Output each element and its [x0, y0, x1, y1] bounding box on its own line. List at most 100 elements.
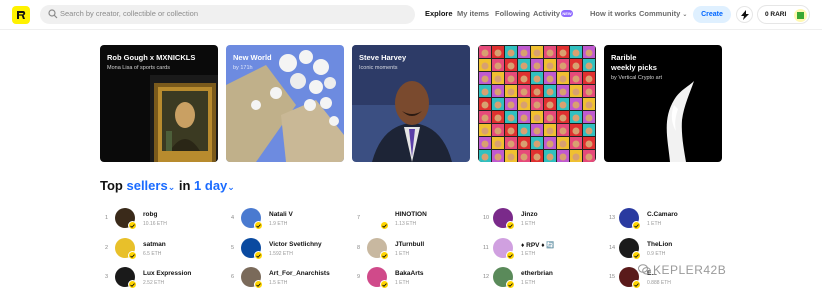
seller-item[interactable]: 7 HINOTION 1.13 ETH: [357, 208, 477, 232]
grid-face: [572, 49, 580, 57]
grid-face: [481, 127, 489, 135]
nav-activity[interactable]: Activity: [533, 9, 560, 18]
bolt-button[interactable]: [736, 6, 753, 23]
heading-prefix: Top: [100, 178, 123, 193]
grid-face: [520, 62, 528, 70]
rarible-logo[interactable]: [12, 6, 30, 24]
create-button[interactable]: Create: [693, 6, 731, 23]
activity-new-badge: NEW: [561, 10, 573, 17]
seller-item[interactable]: 3 Lux Expression 2.52 ETH: [105, 267, 225, 291]
grid-face: [494, 62, 502, 70]
grid-face: [546, 75, 554, 83]
seller-item[interactable]: 13 C.Camaro 1 ETH: [609, 208, 729, 232]
grid-face: [520, 101, 528, 109]
featured-card-new-world[interactable]: New World by 171h: [226, 45, 344, 162]
grid-face: [559, 101, 567, 109]
grid-face: [546, 101, 554, 109]
grid-face: [572, 127, 580, 135]
search-input[interactable]: Search by creator, collectible or collec…: [40, 5, 415, 24]
seller-name: etherbrian: [521, 270, 553, 277]
seller-item[interactable]: 10 Jinzo 1 ETH: [483, 208, 603, 232]
grid-face: [507, 75, 515, 83]
grid-face: [585, 62, 593, 70]
grid-face: [520, 127, 528, 135]
seller-name: BakaArts: [395, 270, 424, 277]
featured-card-avatar-grid[interactable]: [478, 45, 596, 162]
grid-face: [533, 101, 541, 109]
top-navbar: Search by creator, collectible or collec…: [0, 0, 822, 30]
grid-face: [585, 153, 593, 161]
grid-face: [585, 140, 593, 148]
grid-face: [546, 127, 554, 135]
grid-face: [494, 75, 502, 83]
grid-face: [559, 114, 567, 122]
seller-rank: 15: [609, 274, 616, 280]
seller-item[interactable]: 12 etherbrian 1 ETH: [483, 267, 603, 291]
grid-face: [546, 49, 554, 57]
grid-face: [559, 127, 567, 135]
verified-check-icon: [506, 221, 515, 230]
user-avatar: [794, 9, 807, 22]
featured-card-weekly-picks[interactable]: Rarible weekly picks by Vertical Crypto …: [604, 45, 722, 162]
seller-amount: 1 ETH: [521, 221, 536, 227]
grid-face: [546, 153, 554, 161]
grid-face: [481, 140, 489, 148]
grid-face: [533, 114, 541, 122]
verified-check-icon: [632, 251, 641, 260]
seller-amount: 1.5 ETH: [269, 280, 288, 286]
card-subtitle: by Vertical Crypto art: [611, 75, 663, 81]
featured-card-steve-harvey[interactable]: Steve Harvey Iconic moments: [352, 45, 470, 162]
verified-check-icon: [506, 280, 515, 289]
grid-face: [546, 88, 554, 96]
verified-check-icon: [380, 251, 389, 260]
seller-item[interactable]: 9 BakaArts 1 ETH: [357, 267, 477, 291]
seller-item[interactable]: 8 JTurnbull 1 ETH: [357, 238, 477, 262]
search-icon: [48, 9, 58, 19]
nav-following[interactable]: Following: [495, 9, 530, 18]
seller-amount: 1 ETH: [521, 251, 536, 257]
seller-amount: 0.9 ETH: [647, 251, 666, 257]
verified-check-icon: [632, 221, 641, 230]
nav-community[interactable]: Community ⌄: [639, 9, 687, 18]
avatar-grid-art-image: [478, 45, 596, 162]
seller-amount: 1.13 ETH: [395, 221, 417, 227]
grid-face: [494, 140, 502, 148]
verified-check-icon: [254, 221, 263, 230]
seller-item[interactable]: 11 ♦ RPV ♦ 🔄 1 ETH: [483, 238, 603, 262]
seller-amount: 1 ETH: [395, 251, 410, 257]
grid-face: [507, 153, 515, 161]
seller-rank: 5: [231, 245, 235, 251]
featured-card-rob-gough[interactable]: Rob Gough x MXNICKLS Mona Lisa of sports…: [100, 45, 218, 162]
nav-explore[interactable]: Explore: [425, 9, 453, 18]
grid-face: [481, 101, 489, 109]
seller-item[interactable]: 4 Natali V 1.9 ETH: [231, 208, 351, 232]
grid-face: [546, 62, 554, 70]
grid-face: [585, 49, 593, 57]
seller-rank: 10: [483, 215, 490, 221]
grid-face: [507, 62, 515, 70]
grid-face: [533, 75, 541, 83]
seller-rank: 4: [231, 215, 235, 221]
seller-name: Jinzo: [521, 211, 538, 218]
seller-amount: 0.888 ETH: [647, 280, 671, 286]
seller-item[interactable]: 14 TheLion 0.9 ETH: [609, 238, 729, 262]
seller-item[interactable]: 6 Art_For_Anarchists 1.5 ETH: [231, 267, 351, 291]
grid-face: [585, 101, 593, 109]
nav-my-items[interactable]: My items: [457, 9, 489, 18]
seller-amount: 2.52 ETH: [143, 280, 165, 286]
nav-how-it-works[interactable]: How it works: [590, 9, 636, 18]
search-placeholder: Search by creator, collectible or collec…: [60, 9, 198, 18]
seller-item[interactable]: 2 satman 6.5 ETH: [105, 238, 225, 262]
seller-rank: 3: [105, 274, 109, 280]
wallet-button[interactable]: 0 RARI: [757, 5, 810, 24]
verified-check-icon: [632, 280, 641, 289]
period-dropdown[interactable]: 1 day⌄: [194, 178, 235, 193]
mode-dropdown[interactable]: sellers⌄: [126, 178, 175, 193]
top-sellers-heading: Top sellers⌄ in 1 day⌄: [100, 178, 235, 193]
verified-check-icon: [128, 221, 137, 230]
grid-face: [585, 127, 593, 135]
grid-face: [533, 49, 541, 57]
seller-item[interactable]: 5 Victor Svetlichny 1.592 ETH: [231, 238, 351, 262]
seller-item[interactable]: 1 robg 10.16 ETH: [105, 208, 225, 232]
grid-face: [572, 88, 580, 96]
